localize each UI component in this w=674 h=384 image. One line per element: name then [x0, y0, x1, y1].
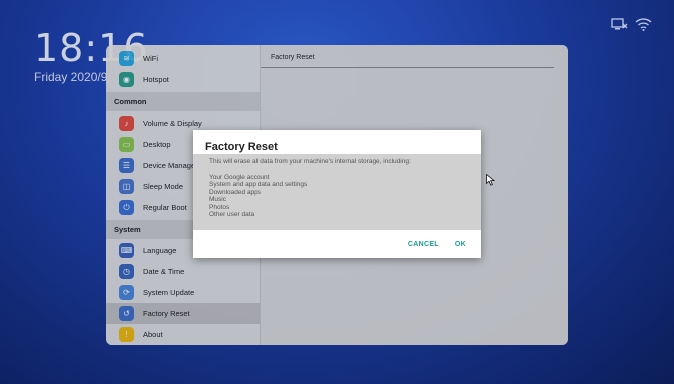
mouse-pointer-icon	[486, 173, 496, 191]
list-item: System and app data and settings	[209, 181, 308, 189]
list-item: Other user data	[209, 211, 255, 219]
dialog-actions: CANCEL OK	[408, 241, 466, 248]
list-item: Music	[209, 196, 226, 204]
dialog-message: This will erase all data from your machi…	[193, 154, 481, 230]
ok-button[interactable]: OK	[455, 241, 466, 248]
dialog-title: Factory Reset	[205, 141, 278, 153]
factory-reset-dialog: Factory Reset This will erase all data f…	[193, 130, 481, 258]
cancel-button[interactable]: CANCEL	[408, 241, 439, 248]
erase-list: Your Google account System and app data …	[209, 174, 307, 218]
dialog-intro: This will erase all data from your machi…	[209, 158, 411, 165]
list-item: Your Google account	[209, 174, 270, 181]
list-item: Photos	[209, 203, 230, 211]
list-item: Downloaded apps	[209, 188, 262, 196]
